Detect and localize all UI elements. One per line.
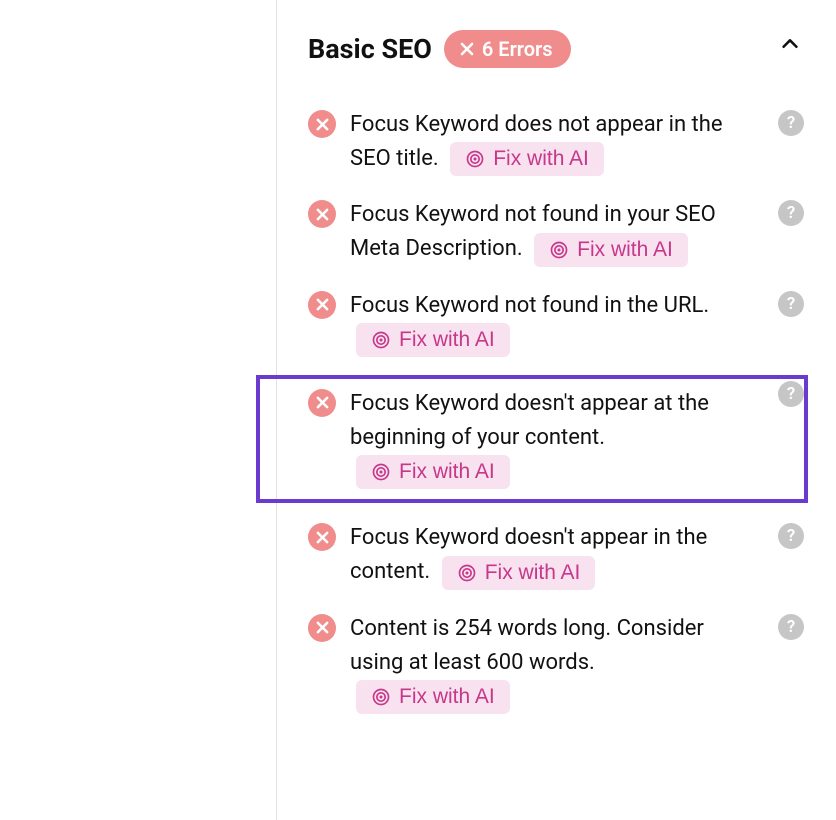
fix-with-ai-button[interactable]: Fix with AI	[534, 233, 688, 267]
issue-item: Focus Keyword not found in your SEO Meta…	[308, 198, 804, 266]
issue-text: Focus Keyword not found in the URL.	[350, 293, 709, 318]
fix-label: Fix with AI	[485, 561, 581, 585]
error-icon	[308, 200, 336, 228]
issue-item: Focus Keyword doesn't appear in the cont…	[308, 521, 804, 589]
fix-label: Fix with AI	[399, 460, 495, 484]
error-icon	[308, 389, 336, 417]
issue-text: Content is 254 words long. Consider usin…	[350, 616, 704, 675]
issue-body: Focus Keyword not found in the URL. Fix …	[350, 289, 760, 357]
issue-body: Focus Keyword doesn't appear at the begi…	[350, 387, 760, 489]
collapse-toggle[interactable]	[776, 30, 804, 58]
issue-body: Focus Keyword does not appear in the SEO…	[350, 108, 760, 176]
target-icon	[371, 330, 391, 350]
target-icon	[465, 149, 485, 169]
issue-item: Focus Keyword doesn't appear at the begi…	[260, 379, 804, 499]
issue-item: Focus Keyword not found in the URL. Fix …	[308, 289, 804, 357]
fix-with-ai-button[interactable]: Fix with AI	[356, 323, 510, 357]
fix-with-ai-button[interactable]: Fix with AI	[450, 142, 604, 176]
help-icon[interactable]: ?	[778, 291, 804, 317]
error-icon	[308, 291, 336, 319]
target-icon	[371, 462, 391, 482]
issue-item: Content is 254 words long. Consider usin…	[308, 612, 804, 714]
error-icon	[308, 110, 336, 138]
issue-body: Focus Keyword doesn't appear in the cont…	[350, 521, 760, 589]
issue-text: Focus Keyword doesn't appear at the begi…	[350, 391, 709, 450]
help-icon[interactable]: ?	[778, 614, 804, 640]
fix-label: Fix with AI	[399, 328, 495, 352]
fix-with-ai-button[interactable]: Fix with AI	[356, 680, 510, 714]
help-icon[interactable]: ?	[778, 200, 804, 226]
basic-seo-panel: Basic SEO 6 Errors Focus Keyword does no…	[308, 30, 804, 714]
issue-body: Focus Keyword not found in your SEO Meta…	[350, 198, 760, 266]
fix-label: Fix with AI	[399, 685, 495, 709]
fix-with-ai-button[interactable]: Fix with AI	[356, 455, 510, 489]
badge-text: 6 Errors	[482, 37, 553, 61]
help-icon[interactable]: ?	[778, 523, 804, 549]
fix-label: Fix with AI	[577, 238, 673, 262]
help-icon[interactable]: ?	[778, 381, 804, 407]
section-header[interactable]: Basic SEO 6 Errors	[308, 30, 804, 68]
target-icon	[371, 687, 391, 707]
error-icon	[308, 523, 336, 551]
issue-body: Content is 254 words long. Consider usin…	[350, 612, 760, 714]
x-icon	[458, 40, 476, 58]
fix-with-ai-button[interactable]: Fix with AI	[442, 556, 596, 590]
error-icon	[308, 614, 336, 642]
help-icon[interactable]: ?	[778, 110, 804, 136]
issue-list: Focus Keyword does not appear in the SEO…	[308, 108, 804, 714]
target-icon	[549, 240, 569, 260]
error-count-badge: 6 Errors	[444, 30, 571, 68]
fix-label: Fix with AI	[493, 147, 589, 171]
target-icon	[457, 563, 477, 583]
section-title: Basic SEO	[308, 33, 432, 65]
issue-item: Focus Keyword does not appear in the SEO…	[308, 108, 804, 176]
